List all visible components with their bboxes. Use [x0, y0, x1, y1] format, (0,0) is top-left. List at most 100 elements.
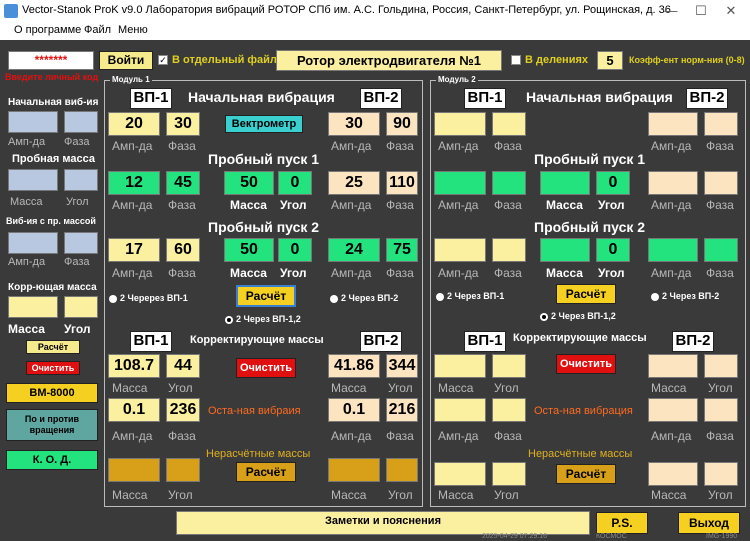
side-trial-mass[interactable]: [8, 169, 58, 191]
side-vib-trial-phase[interactable]: [64, 232, 98, 254]
side-initial-phase[interactable]: [64, 111, 98, 133]
m1-rv-vp2-phase[interactable]: 216: [386, 398, 418, 422]
m2-radio-vp2[interactable]: [651, 293, 659, 301]
m2-unc-vp1-angle[interactable]: [492, 462, 526, 486]
bm8000-button[interactable]: BM-8000: [6, 383, 98, 403]
vectormeter-button[interactable]: Вектрометр: [225, 115, 303, 133]
m1-unc-vp1-mass[interactable]: [108, 458, 160, 482]
m1-iv-vp1-amp[interactable]: 20: [108, 112, 160, 136]
m1-unc-vp1-angle[interactable]: [166, 458, 200, 482]
m1-cm-vp2-angle[interactable]: 344: [386, 354, 418, 378]
m2-rv-vp2-amp[interactable]: [648, 398, 698, 422]
m1-t1-vp1-phase[interactable]: 45: [166, 171, 200, 195]
m2-t2-mass[interactable]: [540, 238, 590, 262]
maximize-icon[interactable]: ☐: [686, 2, 716, 20]
m2-iv-vp1-amp[interactable]: [434, 112, 486, 136]
m2-t1-vp1-phase[interactable]: [492, 171, 526, 195]
m1-cm-vp1-angle[interactable]: 44: [166, 354, 200, 378]
m2-iv-vp1-phase[interactable]: [492, 112, 526, 136]
m1-unc-vp2-angle[interactable]: [386, 458, 418, 482]
m2-t1-angle[interactable]: 0: [596, 171, 630, 195]
login-button[interactable]: Войти: [99, 51, 153, 70]
m1-t1-mass[interactable]: 50: [224, 171, 274, 195]
close-icon[interactable]: ✕: [716, 2, 746, 20]
notes-field[interactable]: Заметки и пояснения: [176, 511, 590, 535]
m2-iv-vp2-phase[interactable]: [704, 112, 738, 136]
m1-radio-vp12[interactable]: [225, 316, 233, 324]
m1-t1-vp2-amp[interactable]: 25: [328, 171, 380, 195]
side-calc-button[interactable]: Расчёт: [26, 340, 80, 354]
m1-t1-angle[interactable]: 0: [278, 171, 312, 195]
m2-radio-vp12[interactable]: [540, 313, 548, 321]
menu-menu[interactable]: Меню: [118, 24, 148, 36]
m2-cm-vp1-mass[interactable]: [434, 354, 486, 378]
m1-radio-vp2[interactable]: [330, 295, 338, 303]
m1-unc-vp2-mass[interactable]: [328, 458, 380, 482]
divisions-checkbox[interactable]: [511, 55, 521, 65]
m1-t2-vp1-phase[interactable]: 60: [166, 238, 200, 262]
exit-button[interactable]: Выход: [678, 512, 740, 534]
m2-cm-vp2-mass[interactable]: [648, 354, 698, 378]
m2-clear-button[interactable]: Очистить: [556, 354, 616, 374]
m1-clear-button[interactable]: Очистить: [236, 358, 296, 378]
m1-iv-vp1-phase[interactable]: 30: [166, 112, 200, 136]
m2-unc-vp2-angle[interactable]: [704, 462, 738, 486]
m2-cm-vp2-angle[interactable]: [704, 354, 738, 378]
side-vib-trial-amp[interactable]: [8, 232, 58, 254]
m1-rv-vp1-amp[interactable]: 0.1: [108, 398, 160, 422]
m1-t2-mass[interactable]: 50: [224, 238, 274, 262]
separate-file-checkbox[interactable]: ✓: [158, 55, 168, 65]
m2-unc-vp2-mass[interactable]: [648, 462, 698, 486]
kod-button[interactable]: К. О. Д.: [6, 450, 98, 470]
ps-button[interactable]: P.S.: [596, 512, 648, 534]
m1-cm-vp1-mass[interactable]: 108.7: [108, 354, 160, 378]
m1-cm-vp2-mass[interactable]: 41.86: [328, 354, 380, 378]
m1-calc2-button[interactable]: Расчёт: [236, 462, 296, 482]
m2-calc2-button[interactable]: Расчёт: [556, 464, 616, 484]
side-trial-angle[interactable]: [64, 169, 98, 191]
m1-iv-vp2-phase[interactable]: 90: [386, 112, 418, 136]
m1-t2-vp2-amp[interactable]: 24: [328, 238, 380, 262]
m1-iv-vp2-amp[interactable]: 30: [328, 112, 380, 136]
m2-iv-vp2-amp[interactable]: [648, 112, 698, 136]
minimize-icon[interactable]: —: [656, 2, 686, 20]
m2-t1-vp2-phase[interactable]: [704, 171, 738, 195]
menu-file[interactable]: Файл: [84, 24, 111, 36]
m1-rv-vp2-amp[interactable]: 0.1: [328, 398, 380, 422]
m1-calc-button[interactable]: Расчёт: [236, 285, 296, 307]
m2-cm-vp1-angle[interactable]: [492, 354, 526, 378]
m2-t1-vp1-amp[interactable]: [434, 171, 486, 195]
m1-rv-vp1-phase[interactable]: 236: [166, 398, 200, 422]
m2-unc-vp1-mass[interactable]: [434, 462, 486, 486]
menu-about[interactable]: О программе: [14, 24, 81, 36]
m2-t2-vp2-amp[interactable]: [648, 238, 698, 262]
m2-rv-vp1-phase[interactable]: [492, 398, 526, 422]
side-clear-button[interactable]: Очистить: [26, 361, 80, 375]
m2-t2-vp1-amp[interactable]: [434, 238, 486, 262]
rotation-button[interactable]: По и против вращения: [6, 409, 98, 441]
rotor-name-field[interactable]: Ротор электродвигателя №1: [276, 50, 502, 71]
m2-t2-vp1-phase[interactable]: [492, 238, 526, 262]
m2-t2-angle[interactable]: 0: [596, 238, 630, 262]
m1-radio-vp1[interactable]: [109, 295, 117, 303]
m1-t1-vp1-amp[interactable]: 12: [108, 171, 160, 195]
m1-t2-vp1-amp[interactable]: 17: [108, 238, 160, 262]
m1-t2-angle[interactable]: 0: [278, 238, 312, 262]
m2-t2-vp2-phase[interactable]: [704, 238, 738, 262]
m1-t2-vp2-phase[interactable]: 75: [386, 238, 418, 262]
coef-input[interactable]: 5: [597, 51, 623, 70]
m2-amp-label-8: Амп-да: [651, 429, 692, 443]
m2-angle-label-1: Угол: [598, 198, 625, 212]
password-input[interactable]: *******: [8, 51, 94, 70]
m2-t1-mass[interactable]: [540, 171, 590, 195]
m2-t1-vp2-amp[interactable]: [648, 171, 698, 195]
side-corr-mass[interactable]: [8, 296, 58, 318]
m2-calc-button[interactable]: Расчёт: [556, 284, 616, 304]
m2-amp-label-2: Амп-да: [651, 139, 692, 153]
side-corr-angle[interactable]: [64, 296, 98, 318]
m2-radio-vp1[interactable]: [436, 293, 444, 301]
m1-t1-vp2-phase[interactable]: 110: [386, 171, 418, 195]
m2-rv-vp1-amp[interactable]: [434, 398, 486, 422]
side-initial-amp[interactable]: [8, 111, 58, 133]
m2-rv-vp2-phase[interactable]: [704, 398, 738, 422]
